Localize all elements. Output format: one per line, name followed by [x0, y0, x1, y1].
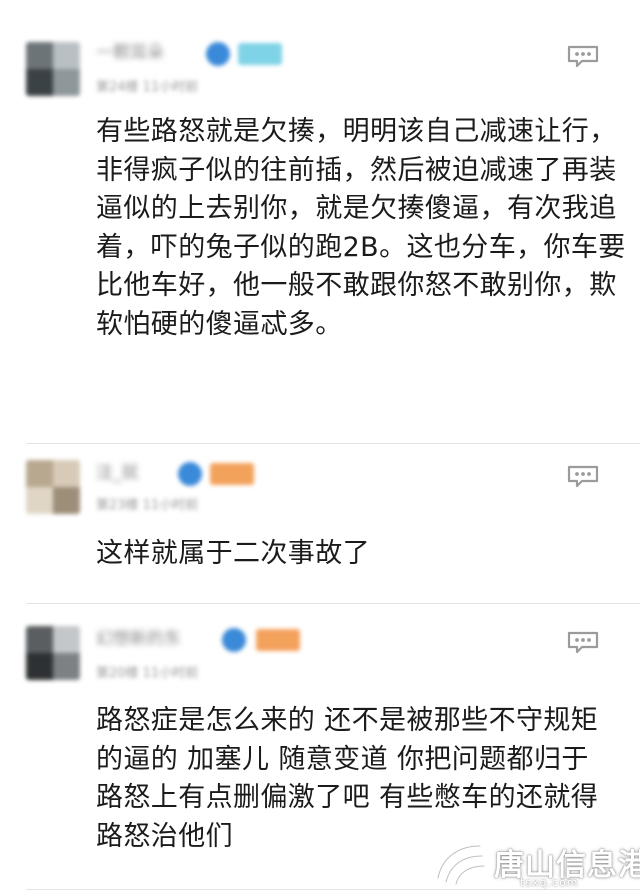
more-options-icon[interactable] [566, 630, 600, 654]
divider [26, 889, 640, 890]
vip-badge-icon [222, 628, 246, 652]
comment-thread: 一颗耳朵 第24楼 11小时前 有些路怒就是欠揍，明明该自己减速让行，非得疯子似… [0, 0, 640, 896]
level-badge [256, 629, 300, 651]
comment-item: 幻想新的东 第20楼 11小时前 路怒症是怎么来的 还不是被那些不守规矩的逼的 … [0, 0, 640, 896]
floor-and-time: 第20楼 11小时前 [96, 666, 199, 681]
username[interactable]: 幻想新的东 [96, 626, 181, 652]
avatar[interactable] [26, 626, 80, 680]
comment-text: 路怒症是怎么来的 还不是被那些不守规矩的逼的 加塞儿 随意变道 你把问题都归于路… [96, 705, 599, 852]
